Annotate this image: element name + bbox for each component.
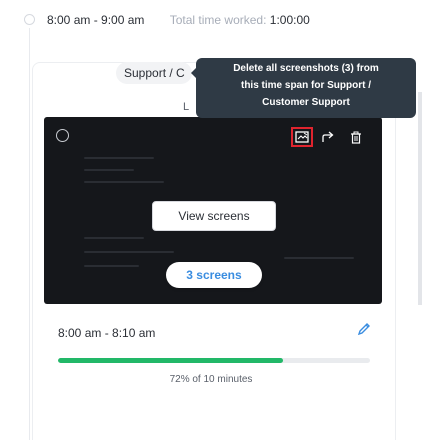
activity-progress-fill [58, 358, 283, 363]
tooltip-arrow [191, 68, 196, 78]
trash-icon[interactable] [345, 127, 367, 147]
total-time-label: Total time worked: [169, 13, 270, 27]
activity-progress-bar [58, 358, 370, 363]
thumb-line [84, 157, 154, 159]
screenshot-blur-icon[interactable] [291, 127, 313, 147]
thumb-line [84, 265, 139, 267]
view-screens-button[interactable]: View screens [152, 201, 276, 231]
tooltip-line: this time span for Support / [240, 80, 371, 91]
partial-label: L [183, 101, 190, 113]
scrollbar[interactable] [418, 92, 422, 305]
thumb-line [84, 169, 134, 171]
screens-count-button[interactable]: 3 screens [166, 262, 262, 288]
span-time-range: 8:00 am - 8:10 am [58, 326, 156, 340]
timeline-dot [24, 14, 35, 25]
share-icon[interactable] [317, 127, 339, 147]
delete-tooltip: Delete all screenshots (3) from this tim… [191, 58, 416, 118]
time-slot-range: 8:00 am - 9:00 am [47, 13, 145, 27]
tooltip-line: Customer Support [262, 97, 350, 108]
tooltip-line: Delete all screenshots (3) from [233, 63, 379, 74]
time-slot-header: 8:00 am - 9:00 am Total time worked: 1:0… [47, 13, 310, 27]
timeline-view: 8:00 am - 9:00 am Total time worked: 1:0… [0, 0, 422, 440]
pencil-icon[interactable] [357, 322, 371, 336]
select-radio[interactable] [56, 129, 69, 142]
thumb-line [84, 251, 174, 253]
thumb-line [284, 257, 354, 259]
total-time-value: 1:00:00 [269, 13, 310, 27]
project-label: Support / C [116, 62, 192, 84]
activity-progress-label: 72% of 10 minutes [169, 374, 253, 385]
activity-progress-text: 72% of 10 minutes [0, 374, 422, 385]
thumb-line [84, 237, 144, 239]
thumb-line [84, 181, 164, 183]
